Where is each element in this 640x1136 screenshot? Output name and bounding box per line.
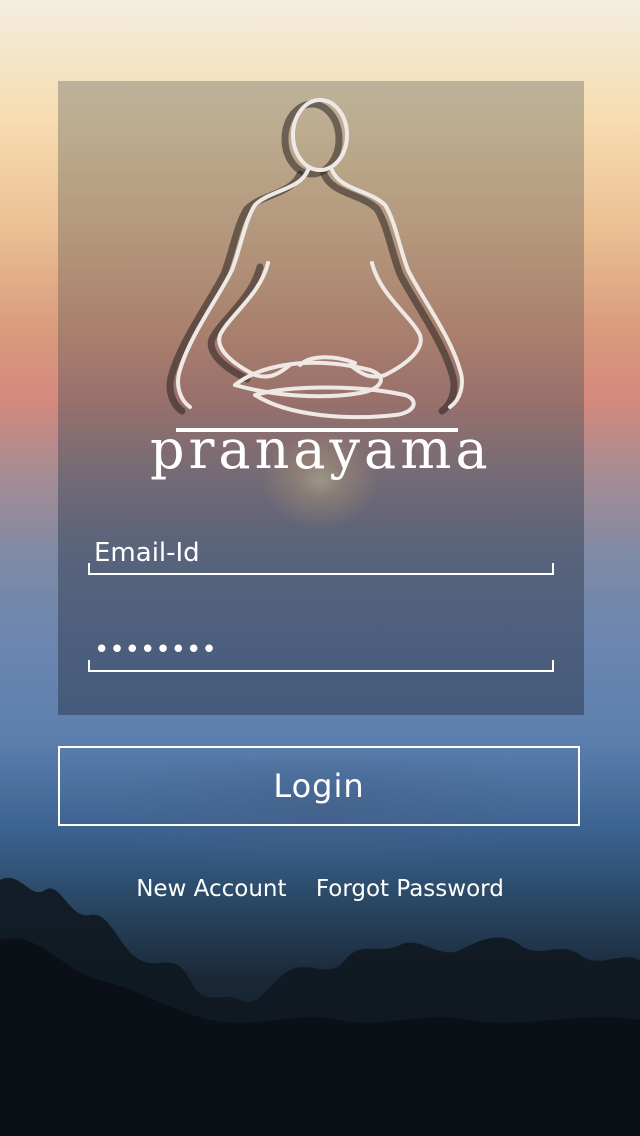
password-field[interactable]: [88, 632, 554, 672]
login-button[interactable]: Login: [58, 746, 580, 826]
brand-name: pranayama: [150, 418, 492, 481]
password-underline: [88, 660, 554, 672]
footer-links: New Account Forgot Password: [0, 876, 640, 902]
forgot-password-link[interactable]: Forgot Password: [316, 876, 504, 902]
email-field[interactable]: [88, 535, 554, 575]
new-account-link[interactable]: New Account: [136, 876, 286, 902]
login-screen: pranayama Login New Account Forgot Passw…: [0, 0, 640, 1136]
email-underline: [88, 563, 554, 575]
meditation-figure-logo: [166, 98, 464, 420]
